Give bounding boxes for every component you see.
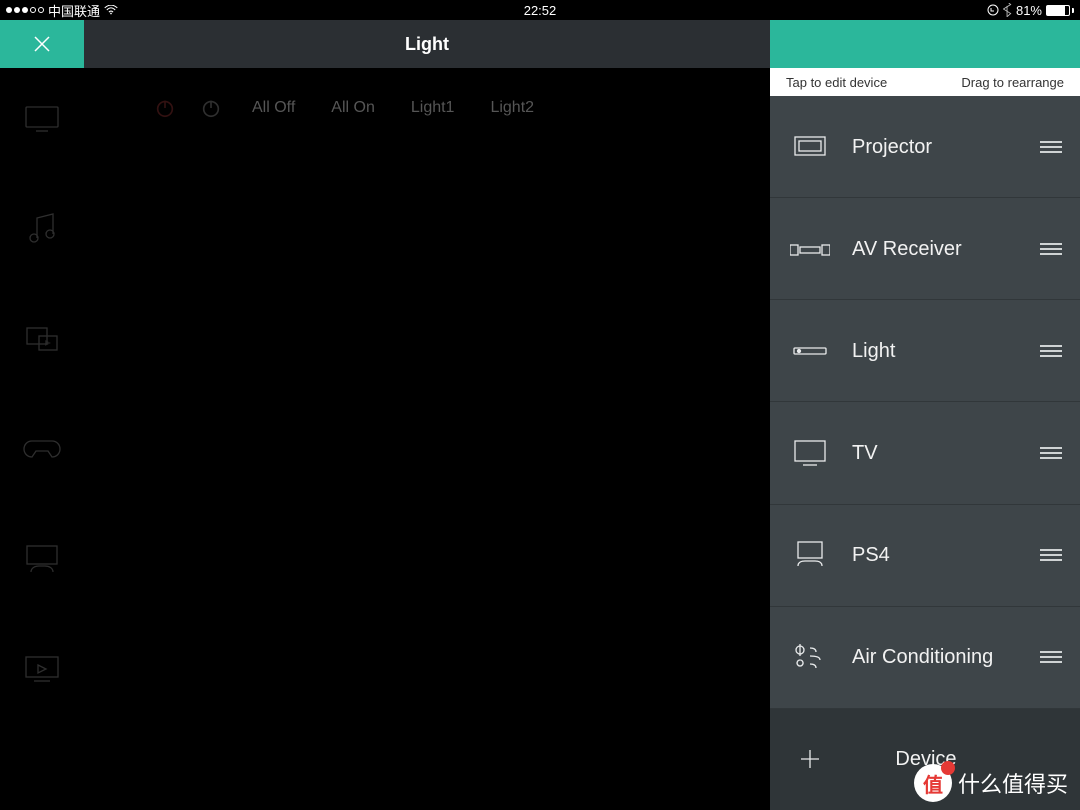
watermark-text: 什么值得买 — [958, 767, 1068, 799]
device-label: TV — [852, 441, 1020, 465]
carrier-label: 中国联通 — [48, 1, 100, 20]
status-left: 中国联通 — [0, 1, 118, 20]
panel-header-spacer — [770, 20, 1080, 68]
ps4-icon — [788, 540, 832, 570]
drag-handle-icon[interactable] — [1040, 549, 1062, 561]
av-receiver-icon — [788, 241, 832, 257]
wifi-icon — [104, 5, 118, 15]
device-label: Projector — [852, 135, 1020, 159]
all-on-button[interactable]: All On — [325, 99, 381, 117]
device-label: PS4 — [852, 543, 1020, 567]
signal-dots-icon — [6, 7, 44, 13]
clock: 22:52 — [524, 3, 557, 18]
light-device-icon — [788, 344, 832, 358]
status-bar: 中国联通 22:52 81% — [0, 0, 1080, 20]
tv-icon — [788, 439, 832, 467]
sidebar-item-games[interactable] — [21, 428, 63, 470]
orientation-lock-icon — [987, 4, 999, 16]
close-button[interactable] — [0, 20, 84, 68]
light2-button[interactable]: Light2 — [484, 99, 540, 117]
sidebar — [0, 68, 84, 810]
main-area: All Off All On Light1 Light2 — [84, 68, 770, 810]
page-title: Light — [84, 20, 770, 68]
device-label: Air Conditioning — [852, 645, 1020, 669]
hint-edit: Tap to edit device — [786, 75, 887, 90]
sidebar-item-console[interactable] — [21, 538, 63, 580]
battery-icon — [1046, 5, 1074, 16]
device-label: Light — [852, 339, 1020, 363]
device-panel: Tap to edit device Drag to rearrange Pro… — [770, 68, 1080, 810]
sidebar-item-music[interactable] — [21, 208, 63, 250]
bluetooth-icon — [1003, 3, 1012, 17]
sidebar-item-projector[interactable] — [21, 98, 63, 140]
sidebar-item-tv[interactable] — [21, 648, 63, 690]
device-label: AV Receiver — [852, 237, 1020, 261]
device-row-light[interactable]: Light — [770, 300, 1080, 402]
all-off-button[interactable]: All Off — [246, 99, 301, 117]
air-conditioning-icon — [788, 642, 832, 672]
device-row-air-conditioning[interactable]: Air Conditioning — [770, 607, 1080, 709]
power-on-icon[interactable] — [200, 97, 222, 119]
drag-handle-icon[interactable] — [1040, 141, 1062, 153]
light-controls-row: All Off All On Light1 Light2 — [84, 68, 770, 148]
drag-handle-icon[interactable] — [1040, 243, 1062, 255]
hint-bar: Tap to edit device Drag to rearrange — [770, 68, 1080, 96]
drag-handle-icon[interactable] — [1040, 447, 1062, 459]
status-right: 81% — [987, 3, 1080, 18]
light1-button[interactable]: Light1 — [405, 99, 461, 117]
device-row-tv[interactable]: TV — [770, 402, 1080, 504]
device-row-av-receiver[interactable]: AV Receiver — [770, 198, 1080, 300]
close-icon — [32, 34, 52, 54]
drag-handle-icon[interactable] — [1040, 651, 1062, 663]
projector-icon — [788, 135, 832, 159]
drag-handle-icon[interactable] — [1040, 345, 1062, 357]
power-off-icon[interactable] — [154, 97, 176, 119]
watermark-badge-icon: 值 — [914, 764, 952, 802]
battery-percent: 81% — [1016, 3, 1042, 18]
device-row-projector[interactable]: Projector — [770, 96, 1080, 198]
device-list: Projector AV Receiver Light TV PS4 Air C… — [770, 96, 1080, 810]
sidebar-item-media[interactable] — [21, 318, 63, 360]
hint-drag: Drag to rearrange — [961, 75, 1064, 90]
watermark: 值 什么值得买 — [914, 764, 1068, 802]
header: Light — [0, 20, 1080, 68]
plus-icon — [788, 747, 832, 771]
device-row-ps4[interactable]: PS4 — [770, 505, 1080, 607]
